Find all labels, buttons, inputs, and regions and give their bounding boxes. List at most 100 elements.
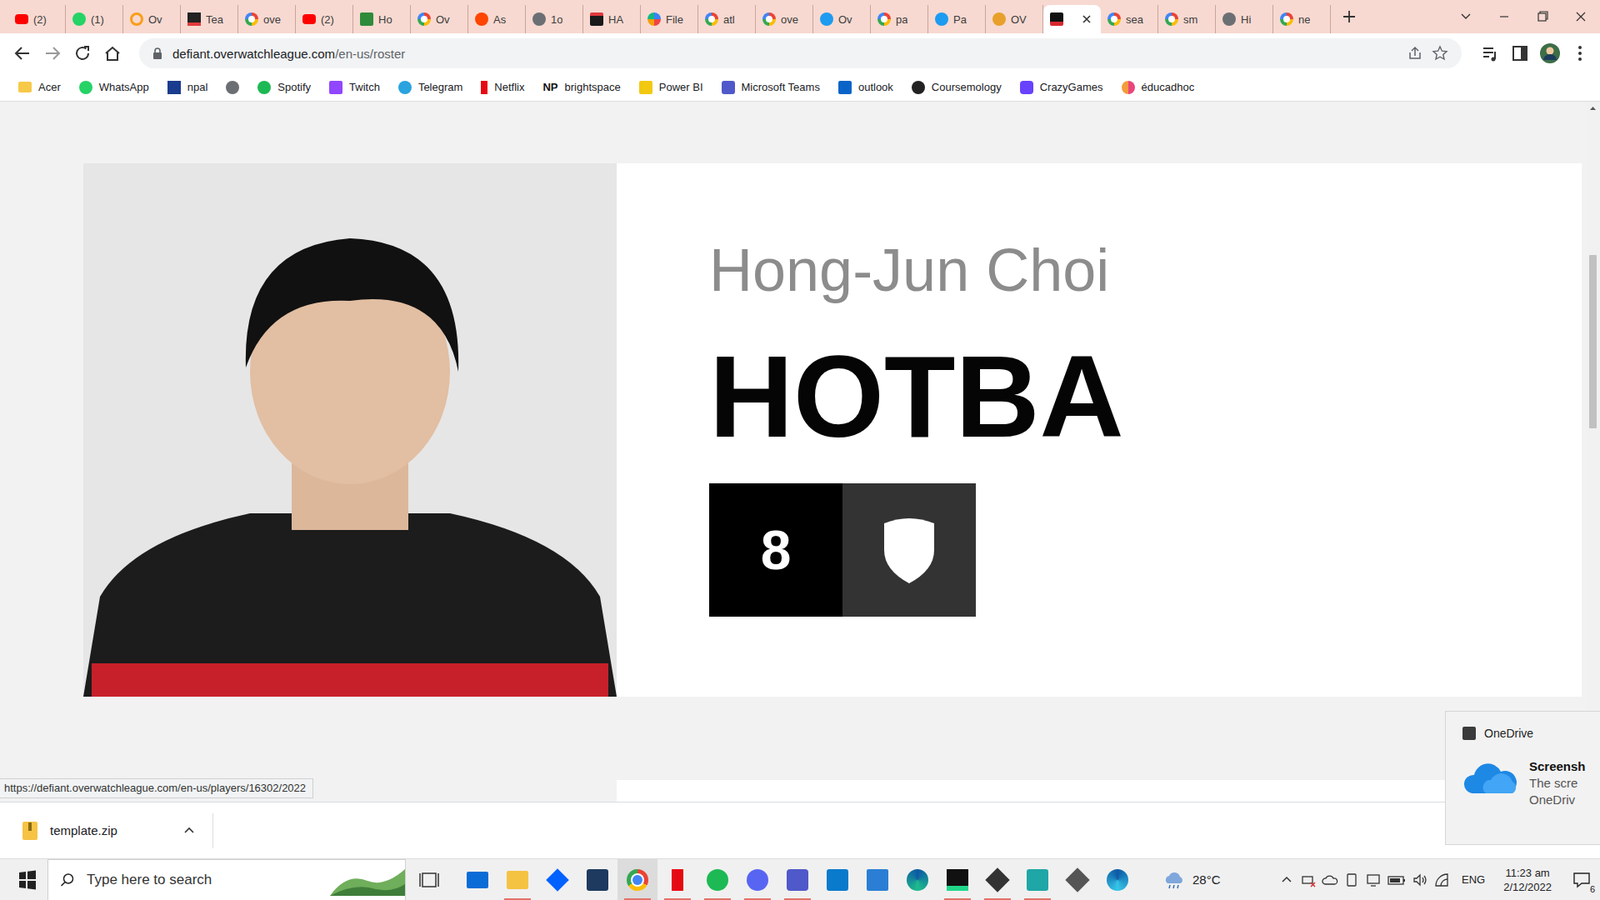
plus-icon[interactable] — [1340, 8, 1358, 25]
taskbar-app[interactable] — [497, 859, 538, 900]
bookmark[interactable]: Twitch — [329, 80, 380, 95]
menu-icon[interactable] — [1565, 38, 1595, 69]
browser-tab[interactable]: Ho — [353, 5, 411, 34]
browser-tab[interactable]: HA — [583, 5, 641, 34]
home-icon[interactable] — [97, 38, 128, 69]
taskbar-app[interactable] — [977, 859, 1018, 900]
profile-avatar-icon[interactable] — [1535, 38, 1565, 69]
forward-arrow-icon[interactable] — [37, 38, 68, 69]
star-icon[interactable] — [1431, 45, 1449, 62]
clock[interactable]: 11:23 am2/12/2022 — [1503, 865, 1552, 895]
bookmark[interactable]: NPbrightspace — [542, 80, 620, 95]
browser-tab[interactable]: ove — [238, 5, 296, 34]
bookmark[interactable]: éducadhoc — [1121, 80, 1195, 95]
bookmark[interactable] — [225, 80, 240, 95]
taskbar-app[interactable] — [1097, 859, 1138, 900]
taskbar-app[interactable] — [897, 859, 938, 900]
wifi-icon[interactable] — [1433, 871, 1450, 889]
bookmark[interactable]: CrazyGames — [1020, 80, 1104, 95]
taskbar-app[interactable] — [657, 859, 698, 900]
tab-search-icon[interactable] — [1446, 0, 1485, 34]
bookmark[interactable]: Telegram — [398, 80, 463, 95]
running-indicator — [584, 898, 611, 900]
taskbar-app[interactable] — [617, 859, 658, 900]
close-icon[interactable] — [1080, 12, 1094, 26]
bookmark[interactable]: Power BI — [639, 80, 704, 95]
bookmark[interactable]: npal — [167, 80, 209, 95]
onedrive-icon[interactable] — [1321, 871, 1339, 889]
weather[interactable]: 28°C — [1162, 870, 1221, 890]
scroll-thumb[interactable] — [1589, 255, 1597, 429]
taskbar-app[interactable] — [777, 859, 818, 900]
tab-label: Ov — [435, 13, 450, 26]
browser-tab[interactable]: (2) — [8, 5, 66, 34]
browser-tab[interactable]: Ov — [123, 5, 181, 34]
player-card[interactable]: Hong-Jun ChoiHOTBA8 — [83, 163, 1582, 697]
task-view-icon[interactable] — [409, 859, 450, 900]
browser-tab[interactable]: Ov — [813, 5, 871, 34]
scrollbar[interactable] — [1585, 101, 1600, 802]
side-panel-icon[interactable] — [1505, 38, 1535, 69]
taskbar-app[interactable] — [937, 859, 978, 900]
scroll-up-icon[interactable] — [1585, 101, 1600, 116]
browser-tab[interactable]: As — [468, 5, 526, 34]
bookmark[interactable]: WhatsApp — [79, 80, 150, 95]
bookmark-icon — [480, 80, 488, 95]
bookmark[interactable]: outlook — [838, 80, 894, 95]
device-icon[interactable] — [1343, 871, 1360, 889]
bookmark[interactable]: Acer — [18, 80, 61, 94]
favicon-icon — [590, 12, 604, 26]
volume-icon[interactable] — [1411, 871, 1429, 889]
browser-tab[interactable]: (1) — [65, 5, 124, 34]
bookmark[interactable]: Microsoft Teams — [721, 80, 820, 95]
browser-tab[interactable]: Tea — [180, 5, 239, 34]
browser-tab[interactable]: Pa — [928, 5, 986, 34]
taskbar-app[interactable] — [577, 859, 618, 900]
chevron-up-icon[interactable] — [1278, 871, 1295, 889]
taskbar-app[interactable] — [457, 859, 498, 900]
taskbar-app[interactable] — [537, 859, 578, 900]
browser-tab[interactable]: pa — [870, 5, 929, 34]
bookmark[interactable]: Coursemology — [911, 80, 1002, 95]
browser-tab[interactable]: sea — [1100, 5, 1159, 34]
browser-tab[interactable]: Hi — [1215, 5, 1274, 34]
display-icon[interactable] — [1365, 871, 1382, 889]
network-error-icon[interactable] — [1300, 871, 1317, 889]
taskbar-app[interactable] — [1017, 859, 1058, 900]
browser-tab[interactable]: atl — [698, 5, 756, 34]
restore-icon[interactable] — [1523, 0, 1562, 34]
reload-icon[interactable] — [67, 38, 98, 69]
share-icon[interactable] — [1406, 45, 1424, 62]
notification-toast[interactable]: OneDriveScreenshThe screOneDriv — [1445, 710, 1600, 845]
window-close-icon[interactable] — [1561, 0, 1600, 34]
taskbar-app[interactable] — [857, 859, 898, 900]
chevron-up-icon[interactable] — [182, 824, 196, 838]
bookmark[interactable]: Spotify — [257, 80, 311, 95]
minimize-icon[interactable] — [1485, 0, 1524, 34]
browser-tab[interactable] — [1043, 5, 1101, 34]
browser-tab[interactable]: Ov — [410, 5, 469, 34]
download-item[interactable]: template.zip — [21, 820, 196, 841]
lock-icon[interactable] — [150, 46, 165, 60]
browser-tab[interactable]: sm — [1158, 5, 1216, 34]
back-arrow-icon[interactable] — [7, 38, 38, 69]
media-icon[interactable] — [1475, 38, 1505, 69]
browser-tab[interactable]: ne — [1273, 5, 1331, 34]
bookmark[interactable]: Netflix — [480, 80, 525, 95]
taskbar-app[interactable] — [817, 859, 858, 900]
language[interactable]: ENG — [1461, 873, 1485, 886]
taskbar-app[interactable] — [1057, 859, 1098, 900]
address-bar[interactable]: defiant.overwatchleague.com/en-us/roster — [139, 38, 1462, 69]
browser-tab[interactable]: ove — [755, 5, 814, 34]
running-indicator — [704, 898, 731, 900]
browser-tab[interactable]: (2) — [295, 5, 354, 34]
taskbar-app[interactable] — [697, 859, 738, 900]
browser-tab[interactable]: 1o — [525, 5, 584, 34]
battery-icon[interactable] — [1386, 871, 1407, 889]
browser-tab[interactable]: OV — [985, 5, 1044, 34]
taskbar-app[interactable] — [737, 859, 778, 900]
notification-button[interactable]: 6 — [1563, 859, 1600, 900]
browser-tab[interactable]: File — [640, 5, 699, 34]
windows-start-icon[interactable] — [7, 859, 48, 900]
search-box[interactable]: Type here to search — [47, 859, 406, 900]
